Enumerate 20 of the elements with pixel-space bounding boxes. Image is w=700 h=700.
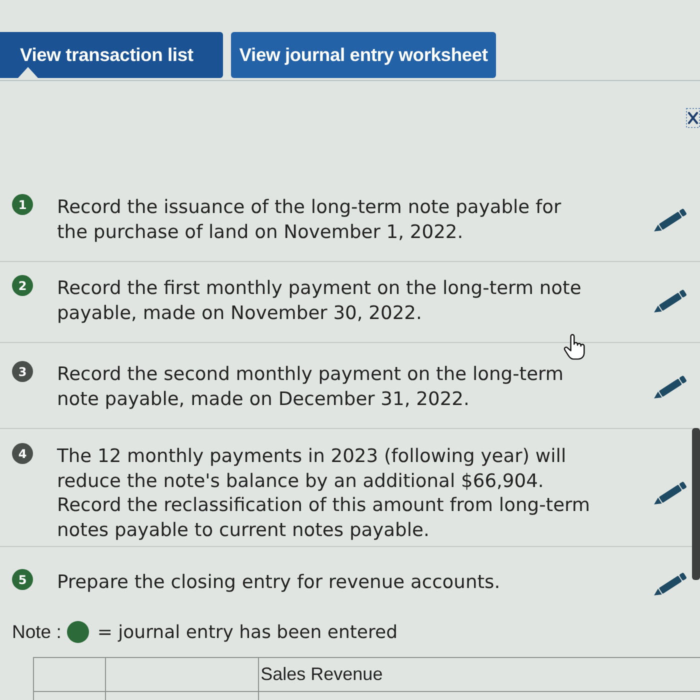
task-description: The 12 monthly payments in 2023 (following year) will reduce the note's balance by an additional $66,904. Record the reclassification of this amount from long-term notes payable to current notes payable. (57, 445, 591, 542)
tab-button[interactable]: View transaction list (0, 32, 224, 78)
task-description: Record the second monthly payment on the long-term note payable, made on December 31, 2022. (57, 363, 564, 412)
table-cell (34, 658, 106, 692)
step-number: 3 (12, 361, 33, 382)
step-number: 4 (12, 443, 33, 464)
step-number: 2 (12, 275, 33, 296)
task-description: Record the issuance of the long-term note payable for the purchase of land on November 1, 2022. (57, 196, 562, 244)
note-label: Note : (12, 620, 62, 644)
scrollbar-thumb[interactable] (692, 428, 700, 580)
task-description: Record the first monthly payment on the long-term note payable, made on November 30, 2022. (57, 277, 582, 326)
tab-button[interactable]: View journal entry worksheet (231, 32, 496, 78)
step-number: 5 (12, 569, 33, 590)
status-dot-icon (67, 621, 90, 643)
task-description: Prepare the closing entry for revenue accounts. (57, 571, 502, 595)
step-number: 1 (12, 194, 33, 215)
hand-cursor-icon (563, 334, 586, 360)
legend-text: = journal entry has been entered (97, 620, 398, 644)
table-cell: Sales Revenue (258, 658, 700, 692)
close-icon[interactable] (686, 108, 700, 128)
